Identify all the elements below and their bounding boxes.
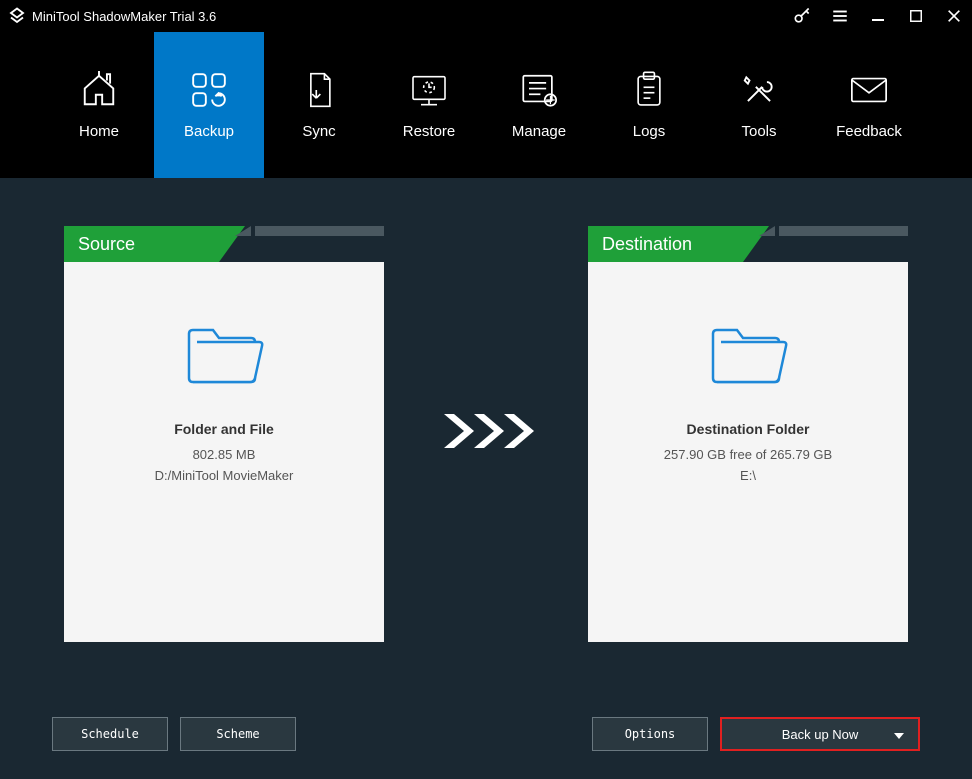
scheme-button[interactable]: Scheme (180, 717, 296, 751)
source-heading: Folder and File (174, 421, 274, 437)
sync-icon (302, 71, 336, 109)
nav-label: Restore (403, 123, 456, 140)
backup-now-button[interactable]: Back up Now (720, 717, 920, 751)
folder-icon (183, 320, 265, 391)
destination-heading: Destination Folder (687, 421, 810, 437)
nav-backup[interactable]: Backup (154, 32, 264, 178)
source-header-label: Source (64, 226, 219, 262)
feedback-icon (849, 71, 889, 109)
close-icon[interactable] (944, 6, 964, 26)
nav-restore[interactable]: Restore (374, 32, 484, 178)
destination-header: Destination (588, 226, 908, 262)
main-nav: Home Backup Sync Restore Manage Logs T (0, 32, 972, 178)
nav-feedback[interactable]: Feedback (814, 32, 924, 178)
footer-left: Schedule Scheme (52, 717, 296, 751)
caret-down-icon (894, 727, 904, 742)
footer-right: Options Back up Now (592, 717, 920, 751)
arrows-icon (384, 406, 588, 456)
nav-home[interactable]: Home (44, 32, 154, 178)
nav-label: Tools (741, 123, 776, 140)
nav-label: Backup (184, 123, 234, 140)
home-icon (80, 71, 118, 109)
destination-size: 257.90 GB free of 265.79 GB (664, 447, 832, 462)
nav-manage[interactable]: Manage (484, 32, 594, 178)
window-controls (792, 6, 964, 26)
source-panel[interactable]: Folder and File 802.85 MB D:/MiniTool Mo… (64, 262, 384, 642)
destination-panel[interactable]: Destination Folder 257.90 GB free of 265… (588, 262, 908, 642)
key-icon[interactable] (792, 6, 812, 26)
source-size: 802.85 MB (193, 447, 256, 462)
nav-label: Home (79, 123, 119, 140)
source-header: Source (64, 226, 384, 262)
destination-path: E:\ (740, 468, 756, 483)
destination-header-label: Destination (588, 226, 743, 262)
nav-label: Feedback (836, 123, 902, 140)
folder-icon (707, 320, 789, 391)
source-path: D:/MiniTool MovieMaker (155, 468, 294, 483)
options-button[interactable]: Options (592, 717, 708, 751)
tools-icon (740, 71, 778, 109)
logs-icon (632, 71, 666, 109)
titlebar: MiniTool ShadowMaker Trial 3.6 (0, 0, 972, 32)
nav-logs[interactable]: Logs (594, 32, 704, 178)
destination-panel-wrap: Destination Destination Folder 257.90 GB… (588, 226, 908, 642)
source-panel-wrap: Source Folder and File 802.85 MB D:/Mini… (64, 226, 384, 642)
nav-tools[interactable]: Tools (704, 32, 814, 178)
nav-label: Logs (633, 123, 666, 140)
backup-icon (190, 71, 228, 109)
minimize-icon[interactable] (868, 6, 888, 26)
restore-icon (409, 71, 449, 109)
backup-now-label: Back up Now (782, 727, 859, 742)
schedule-button[interactable]: Schedule (52, 717, 168, 751)
nav-label: Manage (512, 123, 566, 140)
nav-label: Sync (302, 123, 335, 140)
maximize-icon[interactable] (906, 6, 926, 26)
menu-icon[interactable] (830, 6, 850, 26)
content-area: Source Folder and File 802.85 MB D:/Mini… (0, 178, 972, 642)
app-title: MiniTool ShadowMaker Trial 3.6 (32, 9, 792, 24)
nav-sync[interactable]: Sync (264, 32, 374, 178)
manage-icon (519, 71, 559, 109)
footer: Schedule Scheme Options Back up Now (52, 717, 920, 751)
app-logo-icon (8, 7, 26, 25)
